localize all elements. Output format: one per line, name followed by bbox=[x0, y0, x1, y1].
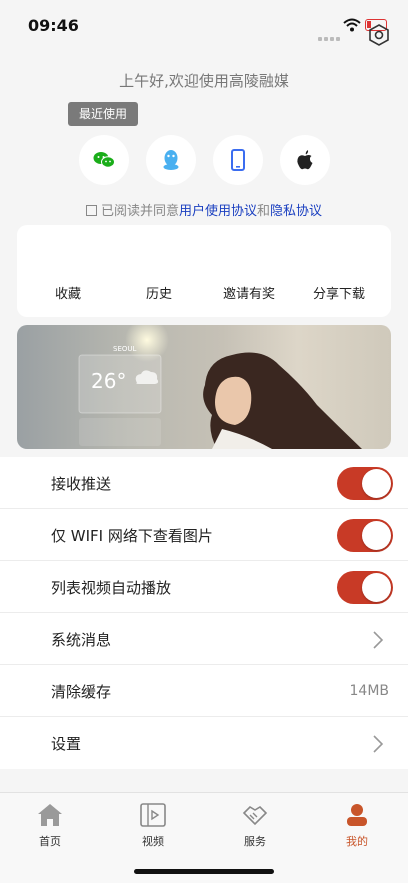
agreement-line: 已阅读并同意用户使用协议和隐私协议 bbox=[0, 200, 408, 219]
user-agreement-link[interactable]: 用户使用协议 bbox=[179, 204, 257, 219]
greeting-text: 上午好,欢迎使用高陵融媒 bbox=[119, 72, 289, 90]
phone-login-button[interactable] bbox=[213, 135, 263, 185]
push-notifications-toggle[interactable] bbox=[337, 467, 393, 500]
wifi-icon bbox=[343, 18, 361, 32]
tab-label: 首页 bbox=[39, 835, 61, 848]
wifi-images-row: 仅 WIFI 网络下查看图片 bbox=[0, 509, 408, 561]
settings-row[interactable]: 设置 bbox=[0, 717, 408, 769]
tab-label: 我的 bbox=[346, 835, 368, 848]
setting-label: 设置 bbox=[51, 735, 82, 753]
tab-mine[interactable]: 我的 bbox=[327, 799, 387, 849]
phone-icon bbox=[231, 149, 245, 171]
login-options bbox=[0, 135, 408, 185]
tab-home[interactable]: 首页 bbox=[20, 799, 80, 849]
status-time: 09:46 bbox=[28, 16, 79, 35]
handshake-icon bbox=[242, 805, 268, 826]
invite-reward-button[interactable]: 邀请有奖 bbox=[209, 283, 289, 302]
qq-icon bbox=[163, 150, 179, 170]
agree-checkbox[interactable] bbox=[85, 205, 97, 216]
qq-login-button[interactable] bbox=[146, 135, 196, 185]
apple-icon bbox=[297, 150, 313, 170]
banner-image bbox=[78, 325, 362, 449]
home-icon bbox=[38, 804, 62, 826]
share-download-button[interactable]: 分享下载 bbox=[299, 283, 379, 302]
banner-city: SEOUL bbox=[113, 345, 137, 353]
apple-login-button[interactable] bbox=[280, 135, 330, 185]
tab-video[interactable]: 视频 bbox=[123, 799, 183, 849]
agreement-prefix: 已阅读并同意 bbox=[100, 204, 179, 219]
cache-size-value: 14MB bbox=[349, 683, 390, 699]
user-icon bbox=[347, 804, 367, 826]
tab-label: 视频 bbox=[142, 835, 164, 848]
banner-temperature: 26° bbox=[91, 369, 127, 393]
tab-label: 服务 bbox=[244, 835, 266, 848]
settings-list: 接收推送 仅 WIFI 网络下查看图片 列表视频自动播放 系统消息 清除缓存 1… bbox=[0, 457, 408, 769]
agreement-and: 和 bbox=[257, 204, 271, 219]
autoplay-toggle[interactable] bbox=[337, 571, 393, 604]
promo-banner[interactable]: SEOUL 26° bbox=[17, 325, 391, 449]
chevron-right-icon bbox=[373, 631, 384, 649]
system-messages-row[interactable]: 系统消息 bbox=[0, 613, 408, 665]
cellular-signal-icon bbox=[318, 26, 342, 45]
clear-cache-row[interactable]: 清除缓存 14MB bbox=[0, 665, 408, 717]
setting-label: 仅 WIFI 网络下查看图片 bbox=[51, 527, 213, 545]
tab-service[interactable]: 服务 bbox=[225, 799, 285, 849]
hexagon-settings-icon[interactable] bbox=[368, 24, 390, 46]
video-icon bbox=[140, 803, 166, 827]
home-indicator bbox=[134, 869, 274, 874]
wifi-images-toggle[interactable] bbox=[337, 519, 393, 552]
autoplay-row: 列表视频自动播放 bbox=[0, 561, 408, 613]
privacy-link[interactable]: 隐私协议 bbox=[270, 204, 322, 219]
favorites-button[interactable]: 收藏 bbox=[28, 283, 108, 302]
setting-label: 清除缓存 bbox=[51, 683, 112, 701]
setting-label: 列表视频自动播放 bbox=[51, 579, 172, 597]
status-bar: 09:46 bbox=[0, 0, 408, 48]
setting-label: 系统消息 bbox=[51, 631, 112, 649]
recent-used-tag: 最近使用 bbox=[68, 102, 138, 126]
setting-label: 接收推送 bbox=[51, 475, 112, 493]
quick-actions-card: 收藏 历史 邀请有奖 分享下载 bbox=[17, 225, 391, 317]
wechat-icon bbox=[93, 152, 115, 168]
history-button[interactable]: 历史 bbox=[119, 283, 199, 302]
wechat-login-button[interactable] bbox=[79, 135, 129, 185]
push-notifications-row: 接收推送 bbox=[0, 457, 408, 509]
chevron-right-icon bbox=[373, 735, 384, 753]
